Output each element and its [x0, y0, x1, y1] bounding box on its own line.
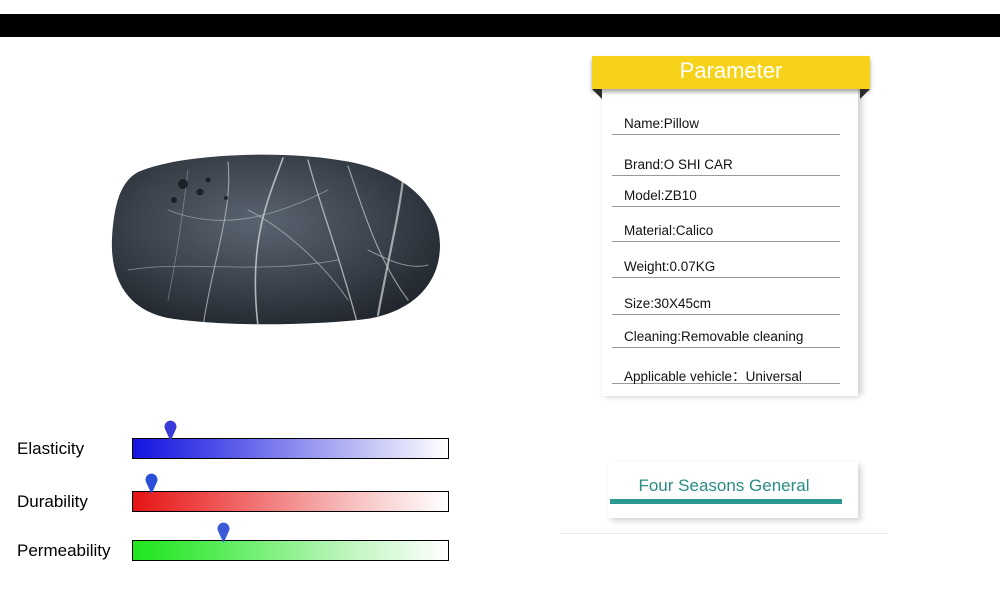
parameter-item: Material:Calico	[612, 219, 840, 242]
rating-fill	[133, 439, 448, 458]
stone-pillow-image	[108, 150, 442, 326]
ribbon-fold-left	[592, 89, 602, 99]
rating-label: Durability	[17, 492, 88, 511]
parameter-item: Brand:O SHI CAR	[612, 153, 840, 176]
rating-bar-permeability	[132, 540, 449, 561]
rating-elasticity: Elasticity	[0, 420, 460, 460]
rating-fill	[133, 492, 448, 511]
parameter-item: Applicable vehicle：Universal	[612, 361, 840, 384]
banner-text: Four Seasons General	[638, 476, 810, 495]
rating-marker-icon	[216, 522, 231, 544]
parameter-item-text: Name:Pillow	[624, 116, 700, 131]
rating-fill	[133, 541, 448, 560]
rating-label: Permeability	[17, 541, 111, 560]
rating-bar-durability	[132, 491, 449, 512]
rating-bar-elasticity	[132, 438, 449, 459]
parameter-item-text: Cleaning:Removable cleaning	[624, 329, 804, 344]
parameter-item-text: Size:30X45cm	[624, 296, 712, 311]
four-seasons-banner: Four Seasons General	[560, 460, 888, 535]
parameter-item: Name:Pillow	[612, 112, 840, 135]
parameter-item: Weight:0.07KG	[612, 255, 840, 278]
rating-marker-icon	[144, 473, 159, 495]
parameter-item-text: Model:ZB10	[624, 188, 697, 203]
rating-label: Elasticity	[17, 439, 85, 458]
rating-marker-icon	[163, 420, 178, 442]
rating-durability: Durability	[0, 473, 460, 513]
parameter-card: Parameter Name:Pillow Brand:O SHI CAR Mo…	[592, 56, 870, 396]
banner-underline	[610, 499, 842, 504]
parameter-item: Cleaning:Removable cleaning	[612, 325, 840, 348]
parameter-item-text: Brand:O SHI CAR	[624, 157, 733, 172]
rating-permeability: Permeability	[0, 522, 460, 562]
parameter-item: Model:ZB10	[612, 184, 840, 207]
parameter-header: Parameter	[592, 56, 870, 89]
parameter-item-text: Material:Calico	[624, 223, 714, 238]
parameter-item-text: Weight:0.07KG	[624, 259, 716, 274]
parameter-item-text: Applicable vehicle：Universal	[624, 369, 802, 384]
parameter-title: Parameter	[679, 58, 783, 83]
ribbon-fold-right	[860, 89, 870, 99]
top-bar	[0, 14, 1000, 37]
parameter-item: Size:30X45cm	[612, 292, 840, 315]
banner-base-line	[560, 533, 888, 534]
